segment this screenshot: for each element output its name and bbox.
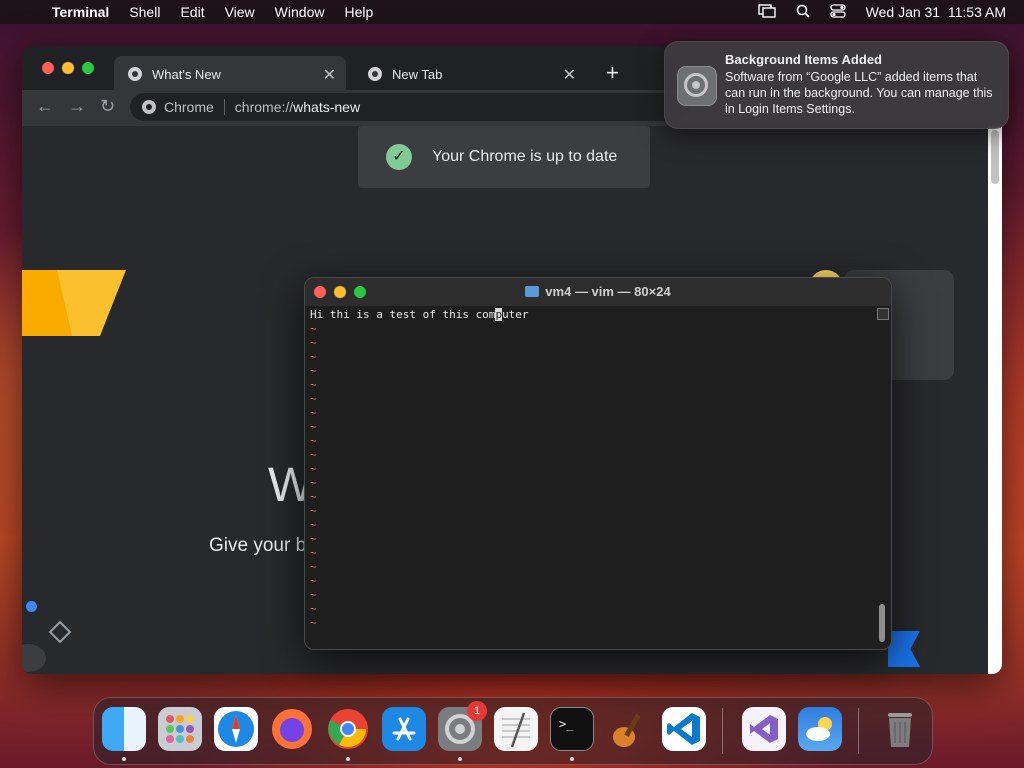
decorative-grey-circle: [22, 644, 46, 672]
decorative-blue-dot: [26, 601, 37, 612]
terminal-window: vm4 — vim — 80×24 Hi thi is a test of th…: [304, 277, 892, 650]
visual-studio-code-icon[interactable]: [662, 707, 706, 751]
omnibox-divider: [223, 99, 225, 115]
menu-app-terminal[interactable]: Terminal: [52, 4, 109, 20]
reload-icon[interactable]: ↻: [100, 96, 115, 117]
trash-icon[interactable]: [878, 707, 922, 751]
menu-help[interactable]: Help: [344, 4, 373, 20]
menu-shell[interactable]: Shell: [129, 4, 160, 20]
finder-icon[interactable]: [102, 707, 146, 751]
control-center-icon[interactable]: [829, 3, 846, 21]
screen-mirroring-icon[interactable]: [757, 3, 776, 21]
page-scrollbar-thumb[interactable]: [991, 130, 999, 184]
menu-window[interactable]: Window: [275, 4, 325, 20]
decorative-diamond: [48, 620, 72, 644]
close-tab-icon[interactable]: ✕: [323, 65, 336, 85]
terminal-scrollbar[interactable]: [877, 308, 889, 646]
page-subtitle: Give your b: [209, 535, 307, 556]
terminal-scrollbar-thumb[interactable]: [879, 604, 885, 642]
close-window-button[interactable]: [42, 62, 54, 74]
chrome-logo-icon: [368, 67, 382, 81]
notification-badge: 1: [467, 701, 487, 721]
chrome-site-icon: [142, 100, 156, 114]
dock: >_: [93, 697, 933, 765]
firefox-icon[interactable]: [270, 707, 314, 751]
minimize-window-button[interactable]: [62, 62, 74, 74]
url-prefix: chrome://: [234, 99, 294, 115]
buffer-line-text: Hi thi is a test of this com: [310, 308, 496, 321]
tab-new-tab[interactable]: New Tab ✕: [354, 56, 586, 92]
toast-message: Your Chrome is up to date: [432, 148, 618, 165]
minimize-window-button[interactable]: [334, 286, 346, 298]
terminal-icon[interactable]: >_: [550, 707, 594, 751]
terminal-titlebar[interactable]: vm4 — vim — 80×24: [305, 278, 891, 306]
dock-separator: [858, 708, 859, 754]
chrome-logo-icon: [128, 67, 142, 81]
back-arrow-icon[interactable]: ←: [36, 96, 54, 117]
vim-buffer[interactable]: Hi thi is a test of this computer ~ ~ ~ …: [310, 308, 870, 638]
scroll-grip-icon[interactable]: [877, 308, 889, 320]
empty-line-markers: ~ ~ ~ ~ ~ ~ ~ ~ ~ ~ ~ ~ ~ ~ ~ ~ ~ ~ ~ ~ …: [310, 322, 317, 629]
notification-body: Software from “Google LLC” added items t…: [725, 70, 993, 116]
zoom-window-button[interactable]: [82, 62, 94, 74]
launchpad-icon[interactable]: [158, 707, 202, 751]
menu-edit[interactable]: Edit: [180, 4, 204, 20]
checkmark-icon: ✓: [386, 144, 412, 170]
close-tab-icon[interactable]: ✕: [563, 65, 576, 85]
running-indicator: [570, 757, 574, 761]
terminal-title: vm4 — vim — 80×24: [545, 284, 671, 299]
notification-title: Background Items Added: [725, 52, 882, 67]
buffer-line-text: uter: [502, 308, 529, 321]
weather-icon[interactable]: [798, 707, 842, 751]
background-items-notification[interactable]: Background Items Added Software from “Go…: [664, 41, 1009, 129]
decorative-blue-ribbon: [888, 631, 920, 667]
tab-label: What's New: [152, 66, 221, 82]
menu-bar: Terminal Shell Edit View Window Help Wed…: [0, 0, 1024, 24]
app-store-icon[interactable]: [382, 707, 426, 751]
running-indicator: [122, 757, 126, 761]
address-bar[interactable]: Chrome chrome://whats-new: [130, 93, 690, 121]
google-chrome-icon[interactable]: [326, 707, 370, 751]
running-indicator: [346, 757, 350, 761]
textedit-icon[interactable]: [494, 707, 538, 751]
system-settings-icon: [677, 66, 717, 106]
dock-separator: [722, 708, 723, 754]
safari-icon[interactable]: [214, 707, 258, 751]
tab-label: New Tab: [392, 66, 443, 82]
page-scrollbar[interactable]: [988, 126, 1002, 674]
url-path: whats-new: [293, 99, 361, 115]
zoom-window-button[interactable]: [354, 286, 366, 298]
visual-studio-icon[interactable]: [742, 707, 786, 751]
menu-clock[interactable]: Wed Jan 31 11:53 AM: [866, 4, 1006, 20]
spotlight-search-icon[interactable]: [796, 4, 810, 21]
forward-arrow-icon[interactable]: →: [68, 96, 86, 117]
running-indicator: [458, 757, 462, 761]
menu-view[interactable]: View: [225, 4, 255, 20]
new-tab-plus-icon[interactable]: +: [606, 60, 619, 86]
garageband-icon[interactable]: [606, 707, 650, 751]
close-window-button[interactable]: [314, 286, 326, 298]
tab-whats-new[interactable]: What's New ✕: [114, 56, 346, 92]
svg-text:>_: >_: [559, 717, 574, 731]
update-toast: ✓ Your Chrome is up to date: [358, 126, 650, 188]
folder-icon: [525, 286, 540, 297]
site-chip-label: Chrome: [164, 99, 214, 115]
